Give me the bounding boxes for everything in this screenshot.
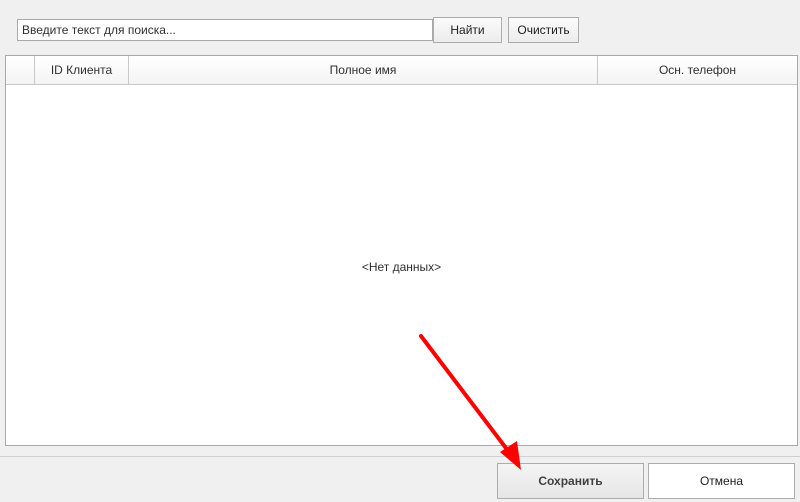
cancel-button[interactable]: Отмена <box>648 463 795 499</box>
client-selection-dialog: Найти Очистить ID Клиента Полное имя Осн… <box>0 0 800 502</box>
search-bar: Найти Очистить <box>17 17 797 45</box>
row-indicator-header <box>6 56 35 84</box>
search-input[interactable] <box>17 19 433 41</box>
clear-button[interactable]: Очистить <box>508 17 579 43</box>
no-data-message: <Нет данных> <box>361 260 442 274</box>
column-header-client-id[interactable]: ID Клиента <box>35 56 129 84</box>
grid-body[interactable]: <Нет данных> <box>6 85 797 445</box>
column-header-full-name[interactable]: Полное имя <box>129 56 598 84</box>
grid-header: ID Клиента Полное имя Осн. телефон <box>6 56 797 85</box>
dialog-footer: Сохранить Отмена <box>0 456 800 502</box>
column-header-main-phone[interactable]: Осн. телефон <box>598 56 797 84</box>
clients-grid[interactable]: ID Клиента Полное имя Осн. телефон <Нет … <box>5 55 798 446</box>
save-button[interactable]: Сохранить <box>497 463 644 499</box>
find-button[interactable]: Найти <box>433 17 502 43</box>
